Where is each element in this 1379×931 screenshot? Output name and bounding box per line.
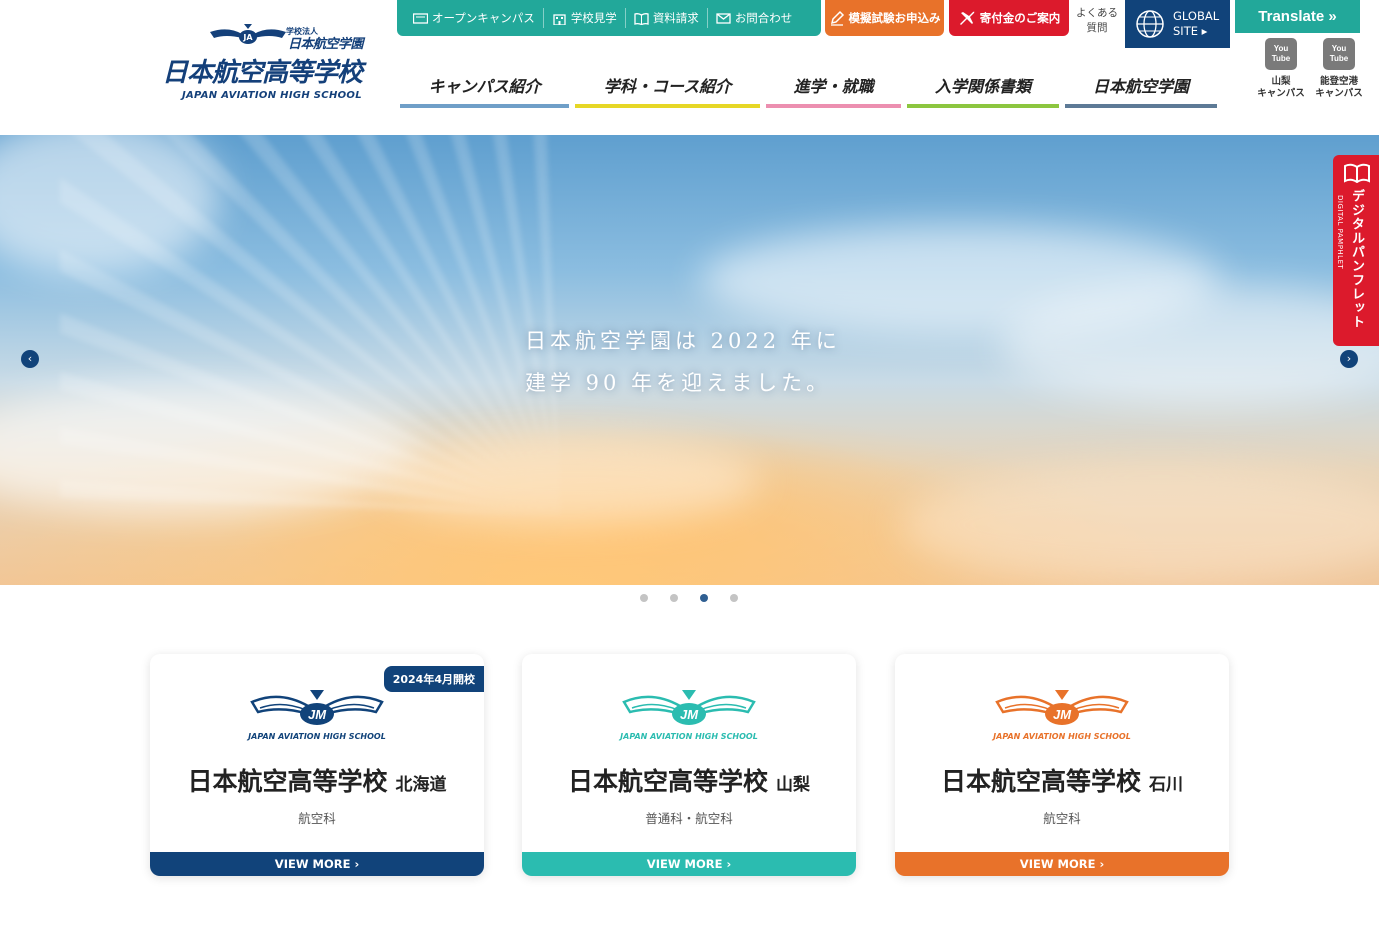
cloud (380, 435, 760, 525)
school-english-name: JAPAN AVIATION HIGH SCHOOL (182, 90, 362, 101)
emblem-english-text: JAPAN AVIATION HIGH SCHOOL (993, 732, 1131, 741)
open-campus-label: オープンキャンパス (432, 11, 535, 25)
campus-name: 日本航空高等学校 山梨 (522, 762, 856, 798)
brochure-request-link[interactable]: 資料請求 (626, 8, 708, 28)
campus-departments: 航空科 (298, 811, 336, 826)
youtube-yamanashi-line2: キャンパス (1257, 88, 1305, 99)
mail-icon (716, 12, 731, 24)
youtube-yamanashi-line1: 山梨 (1271, 76, 1291, 87)
slider-pagination (640, 594, 738, 602)
campus-card-hokkaido[interactable]: 2024年4月開校 JM JAPAN AVIATION HIGH SCHOOL … (150, 654, 484, 876)
emblem-english-text: JAPAN AVIATION HIGH SCHOOL (248, 732, 386, 741)
mock-exam-label: 模擬試験お申込み (848, 11, 941, 25)
book-icon (634, 12, 649, 25)
nav-campus[interactable]: キャンパス紹介 (400, 70, 569, 108)
slider-dot-4[interactable] (730, 594, 738, 602)
slider-prev-button[interactable]: ‹ (21, 350, 39, 368)
cloud (900, 465, 1379, 585)
svg-text:JM: JM (1053, 707, 1072, 722)
hero-caption-line1: 日本航空学園は 2022 年に (525, 329, 841, 353)
nav-admission[interactable]: 入学関係書類 (907, 70, 1059, 108)
school-name: 日本航空高等学校 (162, 58, 363, 88)
campus-departments: 普通科・航空科 (645, 811, 733, 826)
youtube-noto-line2: キャンパス (1315, 88, 1363, 99)
school-visit-label: 学校見学 (570, 11, 617, 25)
school-name: 日本航空高等学校 (940, 767, 1141, 796)
svg-text:JM: JM (680, 707, 699, 722)
youtube-icon: You Tube (1265, 38, 1297, 70)
view-more-button[interactable]: VIEW MORE › (522, 852, 856, 876)
mock-exam-button[interactable]: 模擬試験お申込み (825, 0, 944, 36)
building-icon (553, 13, 566, 25)
hero-slider: 日本航空学園は 2022 年に 建学 90 年を迎えました。 ‹ › (0, 135, 1379, 585)
wings-emblem-icon: JM (250, 690, 384, 725)
contact-link[interactable]: お問合わせ (708, 8, 801, 28)
campus-name: 日本航空高等学校 石川 (895, 762, 1229, 798)
cloud (1000, 285, 1379, 405)
digital-pamphlet-tab[interactable]: デジタルパンフレット DIGITAL PAMPHLET (1333, 155, 1379, 346)
nav-career[interactable]: 進学・就職 (766, 70, 901, 108)
svg-text:JM: JM (308, 707, 327, 722)
global-site-button[interactable]: GLOBAL SITE ▸ (1125, 0, 1230, 48)
svg-text:JA: JA (242, 33, 253, 42)
donation-label: 寄付金のご案内 (979, 11, 1061, 25)
wings-emblem-icon: JM (995, 690, 1129, 725)
school-logo[interactable]: JA 学校法人 日本航空学園 日本航空高等学校 JAPAN AVIATION H… (160, 22, 375, 104)
opening-badge: 2024年4月開校 (383, 666, 484, 692)
donation-button[interactable]: 寄付金のご案内 (949, 0, 1069, 36)
youtube-yamanashi-link[interactable]: You Tube 山梨 キャンパス (1254, 38, 1308, 100)
school-visit-link[interactable]: 学校見学 (544, 8, 626, 28)
contact-label: お問合わせ (734, 11, 793, 25)
wings-emblem-icon: JM (622, 690, 756, 725)
globe-icon (1136, 10, 1164, 38)
youtube-noto-link[interactable]: You Tube 能登空港 キャンパス (1312, 38, 1366, 100)
hero-caption-line2: 建学 90 年を迎えました。 (525, 371, 832, 395)
corp-name: 日本航空学園 (288, 37, 364, 52)
hero-caption: 日本航空学園は 2022 年に 建学 90 年を迎えました。 (525, 320, 841, 404)
campus-card-yamanashi[interactable]: JM JAPAN AVIATION HIGH SCHOOL 日本航空高等学校 山梨… (522, 654, 856, 876)
campus-region: 石川 (1149, 775, 1183, 795)
view-more-button[interactable]: VIEW MORE › (150, 852, 484, 876)
campus-departments: 航空科 (1043, 811, 1081, 826)
slider-dot-1[interactable] (640, 594, 648, 602)
youtube-icon: You Tube (1323, 38, 1355, 70)
brochure-request-label: 資料請求 (652, 11, 699, 25)
emblem-english-text: JAPAN AVIATION HIGH SCHOOL (620, 732, 758, 741)
campus-region: 山梨 (776, 775, 810, 795)
school-name: 日本航空高等学校 (187, 767, 388, 796)
global-line1: GLOBAL (1173, 9, 1220, 23)
translate-button[interactable]: Translate » (1235, 0, 1360, 33)
faq-link[interactable]: よくある 質問 (1072, 6, 1122, 36)
slider-dot-3[interactable] (700, 594, 708, 602)
global-line2: SITE ▸ (1173, 24, 1208, 38)
youtube-noto-line1: 能登空港 (1319, 76, 1358, 87)
school-name: 日本航空高等学校 (567, 767, 768, 796)
open-book-icon (1344, 163, 1370, 183)
view-more-button[interactable]: VIEW MORE › (895, 852, 1229, 876)
slider-dot-2[interactable] (670, 594, 678, 602)
faq-line1: よくある (1076, 7, 1118, 19)
airplane-icon (959, 11, 975, 25)
pencil-icon (830, 10, 844, 26)
main-navigation: キャンパス紹介 学科・コース紹介 進学・就職 入学関係書類 日本航空学園 (400, 70, 1217, 108)
faq-line2: 質問 (1086, 22, 1108, 34)
utility-bar: オープンキャンパス 学校見学 資料請求 お問合わせ (397, 0, 821, 36)
nav-courses[interactable]: 学科・コース紹介 (575, 70, 760, 108)
campus-name: 日本航空高等学校 北海道 (150, 762, 484, 798)
open-campus-link[interactable]: オープンキャンパス (405, 8, 544, 28)
campus-card-ishikawa[interactable]: JM JAPAN AVIATION HIGH SCHOOL 日本航空高等学校 石川… (895, 654, 1229, 876)
slider-next-button[interactable]: › (1340, 350, 1358, 368)
pamphlet-label-en: DIGITAL PAMPHLET (1336, 195, 1344, 270)
ticket-icon (413, 12, 428, 24)
pamphlet-label-jp: デジタルパンフレット (1349, 189, 1364, 329)
campus-region: 北海道 (395, 775, 447, 795)
wings-emblem-icon: JA (210, 24, 286, 44)
nav-academy[interactable]: 日本航空学園 (1065, 70, 1217, 108)
